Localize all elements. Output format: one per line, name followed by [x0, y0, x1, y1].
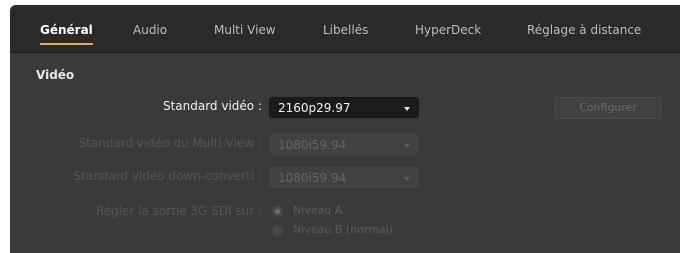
- tab-remote-settings[interactable]: Réglage à distance: [527, 5, 641, 52]
- chevron-down-icon: [404, 107, 410, 111]
- tab-hyperdeck-label: HyperDeck: [415, 23, 482, 37]
- active-tab-indicator: [40, 43, 93, 45]
- tab-bar: Général Audio Multi View Libellés HyperD…: [10, 5, 680, 53]
- multiview-standard-value: 1080i59.94: [278, 138, 347, 152]
- radio-level-b-label: Niveau B (normal): [293, 223, 393, 236]
- tab-multi-view[interactable]: Multi View: [214, 5, 276, 52]
- downconvert-standard-value: 1080i59.94: [278, 171, 347, 185]
- tab-labels-label: Libellés: [323, 23, 369, 37]
- multiview-standard-label: Standard vidéo du Multi View :: [78, 136, 262, 150]
- section-title-video: Vidéo: [36, 68, 75, 82]
- tab-audio-label: Audio: [133, 23, 168, 37]
- tab-multi-view-label: Multi View: [214, 23, 276, 37]
- configure-button[interactable]: Configurer: [554, 97, 662, 119]
- tab-general[interactable]: Général: [40, 5, 93, 52]
- radio-level-a-label: Niveau A: [293, 204, 343, 217]
- tab-hyperdeck[interactable]: HyperDeck: [415, 5, 481, 52]
- tab-remote-settings-label: Réglage à distance: [527, 23, 642, 37]
- chevron-down-icon: [404, 177, 410, 181]
- tab-general-label: Général: [40, 23, 93, 37]
- radio-button-icon: [272, 225, 283, 236]
- settings-panel: Général Audio Multi View Libellés HyperD…: [10, 5, 680, 253]
- video-standard-label: Standard vidéo :: [162, 99, 262, 113]
- sdi-3g-label: Régler la sortie 3G SDI sur :: [95, 204, 262, 218]
- video-standard-select[interactable]: 2160p29.97: [269, 97, 419, 118]
- chevron-down-icon: [404, 144, 410, 148]
- tab-labels[interactable]: Libellés: [323, 5, 368, 52]
- tab-audio[interactable]: Audio: [133, 5, 167, 52]
- downconvert-standard-label: Standard vidéo down-converti :: [73, 169, 262, 183]
- video-standard-value: 2160p29.97: [278, 101, 351, 115]
- radio-selected-dot: [275, 209, 280, 214]
- multiview-standard-select[interactable]: 1080i59.94: [269, 134, 419, 155]
- downconvert-standard-select[interactable]: 1080i59.94: [269, 167, 419, 188]
- radio-button-icon: [272, 206, 283, 217]
